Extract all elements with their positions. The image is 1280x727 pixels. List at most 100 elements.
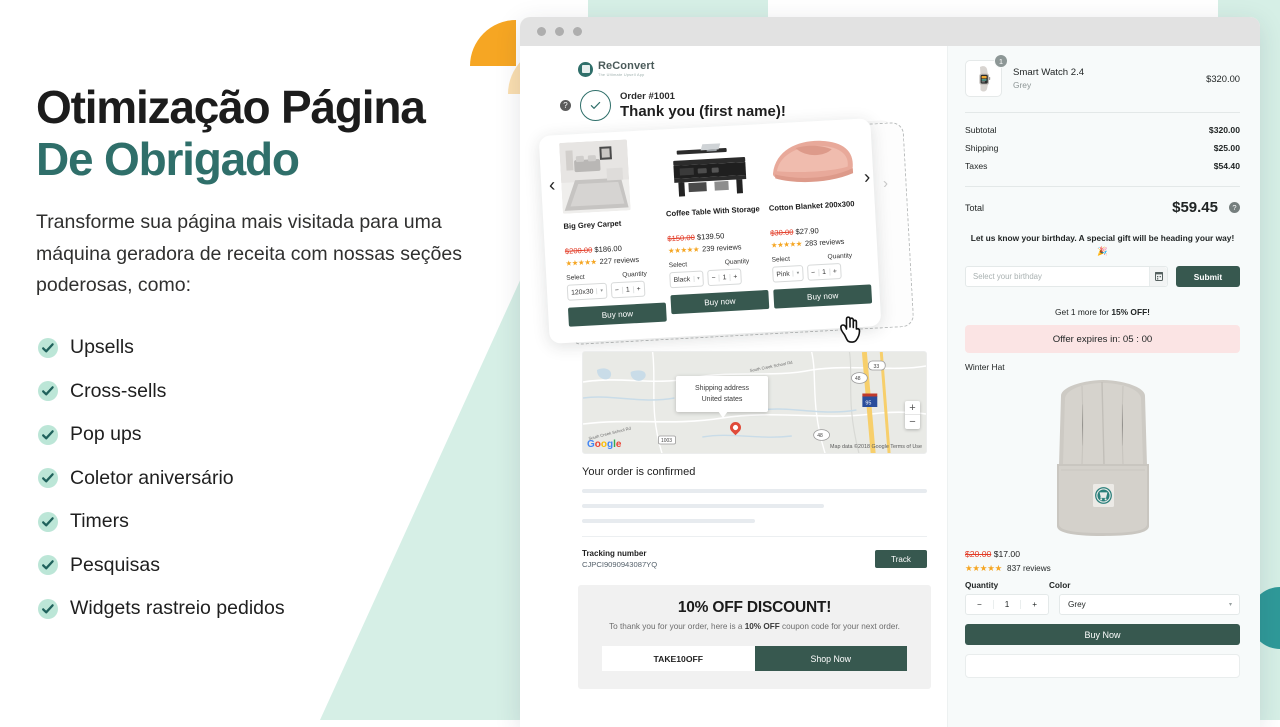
product-price-now: $27.90 (795, 226, 819, 237)
list-item: Pesquisas (38, 543, 520, 587)
svg-text:1003: 1003 (661, 438, 672, 444)
next-section-placeholder (965, 654, 1240, 679)
product-price-was: $30.00 (769, 227, 794, 239)
skeleton-line (582, 519, 755, 524)
product-name: Big Grey Carpet (563, 219, 622, 232)
star-rating-icon: ★★★★★ (965, 563, 1003, 574)
carousel-ghost-next-icon: › (882, 175, 889, 193)
headline-line-1: Otimização Página (36, 81, 426, 133)
map-callout-line-1: Shipping address (694, 385, 750, 393)
quantity-plus-button[interactable]: + (1021, 600, 1048, 609)
list-item-label: Upsells (70, 336, 134, 359)
question-mark-icon[interactable]: ? (560, 100, 571, 112)
color-select-value: Grey (1068, 600, 1086, 610)
variant-select[interactable]: Pink ▾ (772, 265, 804, 283)
buy-now-button[interactable]: Buy now (670, 290, 770, 315)
order-line-item: 1 Smart Watch 2.4 Grey $320.00 (965, 54, 1240, 97)
marketing-panel: Otimização Página De Obrigado Transforme… (0, 0, 520, 720)
discount-subtitle: To thank you for your order, here is a 1… (602, 621, 907, 634)
list-item-label: Pop ups (70, 423, 142, 446)
shipping-map[interactable]: South Creek School Rd South Creek School… (582, 351, 927, 455)
color-select[interactable]: Grey ▾ (1059, 594, 1240, 616)
birthday-input[interactable]: Select your birthday (965, 266, 1168, 288)
summary-row-value: $54.40 (1213, 161, 1240, 171)
list-item: Cross-sells (38, 369, 520, 413)
carousel-next-button[interactable]: › (863, 167, 870, 189)
product-controls: Pink ▾ − 1 + (772, 262, 871, 283)
quantity-stepper[interactable]: − 1 + (707, 268, 742, 287)
calendar-icon[interactable] (1149, 267, 1167, 287)
product-card: Big Grey Carpet $200.00 $186.00 ★★★★★ 22… (559, 138, 667, 328)
quantity-label: Quantity (827, 252, 853, 261)
select-label: Select (668, 261, 688, 270)
carousel-prev-button[interactable]: ‹ (548, 175, 555, 197)
list-item-label: Widgets rastreio pedidos (70, 597, 285, 620)
list-item: Timers (38, 500, 520, 544)
headline-line-2: De Obrigado (36, 132, 300, 185)
birthday-form: Select your birthday Submit (965, 266, 1240, 288)
star-rating-icon: ★★★★★ (770, 239, 803, 251)
quantity-value: 1 (718, 273, 731, 282)
quantity-stepper[interactable]: − 1 + (965, 594, 1049, 616)
order-total-value: $59.45 (1172, 199, 1218, 216)
buy-now-button[interactable]: Buy Now (965, 624, 1240, 646)
quantity-label: Quantity (965, 581, 999, 591)
upsell-headline: Get 1 more for 15% OFF! (965, 307, 1240, 317)
product-name: Coffee Table With Storage (665, 204, 761, 219)
quantity-plus-button[interactable]: + (730, 273, 740, 281)
carousel-active-card: Big Grey Carpet $200.00 $186.00 ★★★★★ 22… (538, 118, 882, 345)
track-button[interactable]: Track (875, 550, 927, 569)
question-mark-icon[interactable]: ? (1229, 202, 1240, 213)
hand-cursor-icon (837, 314, 863, 349)
feature-list: Upsells Cross-sells Pop ups Coletor aniv… (0, 326, 520, 631)
buy-now-button[interactable]: Buy now (567, 302, 667, 328)
quantity-minus-button[interactable]: − (808, 269, 818, 277)
quantity-minus-button[interactable]: − (708, 274, 718, 282)
submit-button[interactable]: Submit (1176, 266, 1240, 288)
map-zoom-controls[interactable]: + − (905, 401, 920, 430)
order-total-row: Total $59.45 ? (965, 199, 1240, 216)
window-maximize-dot-icon[interactable] (573, 27, 582, 36)
page-title: Otimização Página De Obrigado (0, 81, 520, 185)
svg-text:33: 33 (874, 364, 880, 370)
quantity-label: Quantity (724, 258, 750, 267)
discount-title: 10% OFF DISCOUNT! (677, 599, 832, 617)
upsell-review-count: 837 reviews (1007, 564, 1051, 574)
order-status-row: ? Order #1001 Thank you (first name)! (520, 77, 947, 122)
quantity-plus-button[interactable]: + (830, 268, 840, 276)
chevron-down-icon: ▾ (792, 270, 800, 277)
summary-row-key: Shipping (965, 143, 999, 153)
product-review-count: 227 reviews (599, 255, 640, 267)
line-item-name: Smart Watch 2.4 (1013, 67, 1085, 78)
map-zoom-in-button[interactable]: + (905, 401, 920, 416)
list-item-label: Pesquisas (70, 553, 160, 576)
variant-select[interactable]: Black ▾ (669, 270, 705, 289)
shop-now-button[interactable]: Shop Now (754, 646, 907, 671)
window-minimize-dot-icon[interactable] (555, 27, 564, 36)
chevron-down-icon: ▾ (693, 275, 700, 283)
summary-row: Shipping $25.00 (965, 143, 1240, 153)
discount-sub-post: coupon code for your next order. (779, 622, 900, 632)
marketing-subcopy: Transforme sua página mais visitada para… (36, 211, 462, 297)
variant-select[interactable]: 120x30 ▾ (566, 282, 608, 302)
offer-timer: Offer expires in: 05 : 00 (965, 325, 1240, 354)
quantity-stepper[interactable]: − 1 + (806, 263, 842, 282)
skeleton-line (582, 489, 927, 494)
quantity-stepper[interactable]: − 1 + (610, 280, 646, 299)
list-item: Pop ups (38, 413, 520, 457)
tracking-row: Tracking number CJPCI9090943087YQ Track (582, 549, 927, 569)
quantity-minus-button[interactable]: − (966, 600, 993, 609)
check-icon (38, 598, 58, 619)
product-rating: ★★★★★ 283 reviews (771, 236, 869, 250)
list-item-label: Coletor aniversário (70, 466, 234, 489)
buy-now-button[interactable]: Buy now (773, 284, 873, 309)
coupon-code[interactable]: TAKE10OFF (602, 646, 755, 671)
variant-select-value: Black (673, 275, 691, 284)
quantity-plus-button[interactable]: + (633, 285, 643, 293)
quantity-minus-button[interactable]: − (612, 287, 622, 295)
order-number: Order #1001 (620, 91, 675, 103)
map-zoom-out-button[interactable]: − (905, 415, 920, 429)
check-icon (38, 555, 58, 576)
window-close-dot-icon[interactable] (537, 27, 546, 36)
check-icon (38, 511, 58, 532)
